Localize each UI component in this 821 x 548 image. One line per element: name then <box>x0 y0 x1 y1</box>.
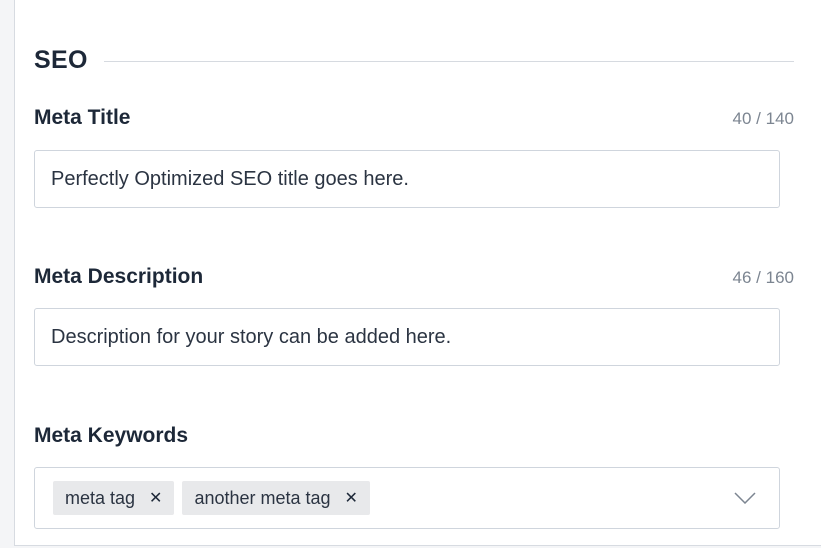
meta-title-label-row: Meta Title 40 / 140 <box>34 106 794 130</box>
meta-description-label: Meta Description <box>34 265 204 288</box>
section-divider <box>103 60 794 62</box>
meta-keywords-input[interactable]: meta tag ✕ another meta tag ✕ <box>34 467 780 529</box>
meta-description-input[interactable]: Description for your story can be added … <box>34 308 780 366</box>
meta-description-value: Description for your story can be added … <box>51 325 452 348</box>
meta-title-label: Meta Title <box>34 106 131 129</box>
meta-title-input[interactable]: Perfectly Optimized SEO title goes here. <box>34 150 780 208</box>
meta-keywords-label-row: Meta Keywords <box>34 424 794 448</box>
keyword-tag-label: meta tag <box>65 487 136 508</box>
page-background: SEO Meta Title 40 / 140 Perfectly Optimi… <box>0 0 821 548</box>
chevron-down-icon[interactable] <box>733 491 757 505</box>
meta-description-label-row: Meta Description 46 / 160 <box>34 265 794 289</box>
close-icon[interactable]: ✕ <box>149 488 162 508</box>
seo-section-header: SEO <box>34 42 794 78</box>
meta-title-char-counter: 40 / 140 <box>732 109 794 128</box>
meta-keywords-label: Meta Keywords <box>34 424 189 447</box>
keyword-tag-label: another meta tag <box>194 487 331 508</box>
meta-description-char-counter: 46 / 160 <box>732 268 794 287</box>
keyword-tag: another meta tag ✕ <box>182 481 370 515</box>
close-icon[interactable]: ✕ <box>345 488 358 508</box>
section-title: SEO <box>34 45 88 74</box>
meta-title-value: Perfectly Optimized SEO title goes here. <box>51 167 409 190</box>
keyword-tag: meta tag ✕ <box>53 481 175 515</box>
